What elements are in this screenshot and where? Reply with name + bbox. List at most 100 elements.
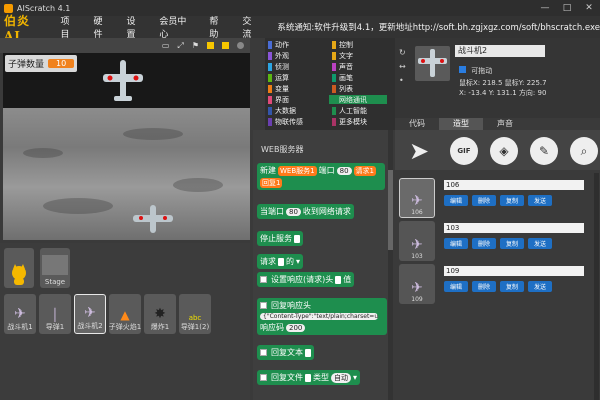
menu-community[interactable]: 交流 bbox=[234, 14, 267, 40]
category-variables[interactable]: 变量 bbox=[265, 84, 323, 93]
pause-icon[interactable] bbox=[207, 42, 214, 49]
edit-button[interactable]: 编辑 bbox=[444, 238, 469, 249]
variable-name: 子弹数量 bbox=[8, 60, 45, 70]
category-lists[interactable]: 列表 bbox=[329, 84, 387, 93]
gif-import-icon[interactable]: GIF bbox=[450, 137, 478, 165]
sprite-label: 导弹1 bbox=[45, 323, 65, 331]
sprite-label: 爆炸1 bbox=[150, 323, 170, 331]
draggable-checkbox[interactable]: 可拖动 bbox=[459, 66, 492, 76]
costume-actions: 编辑 删除 复制 发送 bbox=[444, 281, 553, 292]
send-button[interactable]: 发送 bbox=[528, 195, 553, 206]
sprite-label: 战斗机2 bbox=[77, 322, 103, 330]
category-pen[interactable]: 画笔 bbox=[329, 73, 387, 82]
flip-icon[interactable]: ↔ bbox=[399, 62, 406, 71]
costume-actions: 编辑 删除 复制 发送 bbox=[444, 238, 553, 249]
minimize-button[interactable]: — bbox=[534, 0, 556, 16]
maximize-button[interactable]: □ bbox=[556, 0, 578, 16]
menu-hardware[interactable]: 硬件 bbox=[85, 14, 118, 40]
close-button[interactable]: ✕ bbox=[578, 0, 600, 16]
costume-name-input[interactable]: 106 bbox=[444, 180, 584, 190]
costume-name-input[interactable]: 109 bbox=[444, 266, 584, 276]
category-more[interactable]: 更多模块 bbox=[329, 117, 387, 126]
sprite-tile-selected[interactable]: ✈ 战斗机2 bbox=[74, 294, 106, 334]
no-rotate-icon[interactable]: • bbox=[399, 76, 404, 85]
sprite-info-panel: ↻ ↔ • 战斗机2 可拖动 鼠标X: 218.5 鼠标Y: 225.7 X: … bbox=[395, 38, 600, 118]
category-sound[interactable]: 声音 bbox=[329, 62, 387, 71]
copy-button[interactable]: 复制 bbox=[500, 238, 525, 249]
category-motion[interactable]: 动作 bbox=[265, 40, 323, 49]
tab-code[interactable]: 代码 bbox=[395, 118, 439, 130]
costume-tile-selected[interactable]: ✈ 106 bbox=[399, 178, 435, 218]
block-reply-text[interactable]: 回复文本 bbox=[257, 345, 314, 360]
menu-help[interactable]: 帮助 bbox=[201, 14, 234, 40]
record-icon[interactable] bbox=[237, 42, 244, 49]
plane-icon: ✈ bbox=[411, 193, 423, 209]
edit-button[interactable]: 编辑 bbox=[444, 195, 469, 206]
plane-sprite-1[interactable] bbox=[103, 58, 143, 106]
select-arrow-icon[interactable]: ➤ bbox=[401, 134, 437, 168]
category-text[interactable]: 文字 bbox=[329, 51, 387, 60]
copy-button[interactable]: 复制 bbox=[500, 195, 525, 206]
block-reply-header[interactable]: 回复响应头 {"Content-Type":"text/plain;charse… bbox=[257, 298, 387, 335]
costume-name-input[interactable]: 103 bbox=[444, 223, 584, 233]
menu-project[interactable]: 项目 bbox=[52, 14, 85, 40]
sprite-tile-cat[interactable] bbox=[4, 248, 34, 288]
block-reply-file[interactable]: 回复文件 类型 自动 ▾ bbox=[257, 370, 361, 385]
sprite-tile-stage[interactable]: Stage bbox=[40, 248, 70, 288]
editor-tabs: 代码 造型 声音 bbox=[395, 118, 600, 130]
cat-icon bbox=[12, 264, 26, 285]
delete-button[interactable]: 删除 bbox=[472, 281, 497, 292]
costume-tile[interactable]: ✈ 103 bbox=[399, 221, 435, 261]
stage-size-icon[interactable]: ▭ bbox=[162, 41, 170, 50]
edit-button[interactable]: 编辑 bbox=[444, 281, 469, 292]
send-button[interactable]: 发送 bbox=[528, 238, 553, 249]
sprite-tile[interactable]: ✸ 爆炸1 bbox=[144, 294, 176, 334]
sprite-tile[interactable]: ▲ 子弹火焰1 bbox=[109, 294, 141, 334]
menu-member[interactable]: 会员中心 bbox=[151, 14, 201, 40]
eraser-icon[interactable]: ◈ bbox=[490, 137, 518, 165]
sprite-tile[interactable]: │ 导弹1 bbox=[39, 294, 71, 334]
plane-sprite-2[interactable] bbox=[133, 205, 173, 235]
stage-canvas[interactable]: 子弹数量 10 bbox=[3, 53, 250, 240]
category-control[interactable]: 控制 bbox=[329, 40, 387, 49]
category-looks[interactable]: 外观 bbox=[265, 51, 323, 60]
stage-thumb bbox=[42, 255, 68, 275]
search-icon[interactable]: ⌕ bbox=[570, 137, 598, 165]
rotate-icon[interactable]: ↻ bbox=[399, 48, 406, 57]
code-scrollbar[interactable] bbox=[388, 130, 393, 400]
category-ui[interactable]: 界面 bbox=[265, 95, 323, 104]
green-flag-icon[interactable]: ⚑ bbox=[192, 41, 199, 50]
tab-costumes[interactable]: 造型 bbox=[439, 118, 483, 130]
brush-icon[interactable]: ✎ bbox=[530, 137, 558, 165]
code-blocks-area[interactable]: WEB服务器 新建 WEB服务1 端口 80 请求1 回复1 当端口 80 收到… bbox=[253, 130, 393, 400]
block-request-of[interactable]: 请求 的 ▾ bbox=[257, 254, 304, 269]
tab-sounds[interactable]: 声音 bbox=[483, 118, 527, 130]
stop-icon[interactable] bbox=[222, 42, 229, 49]
menu-settings[interactable]: 设置 bbox=[118, 14, 151, 40]
text-sprite-icon: abc bbox=[188, 314, 202, 322]
category-bigdata[interactable]: 大数据 bbox=[265, 106, 323, 115]
category-operators[interactable]: 运算 bbox=[265, 73, 323, 82]
delete-button[interactable]: 删除 bbox=[472, 195, 497, 206]
category-ai[interactable]: 人工智能 bbox=[329, 106, 387, 115]
category-network[interactable]: 网络通讯 bbox=[329, 95, 387, 104]
block-new-service[interactable]: 新建 WEB服务1 端口 80 请求1 回复1 bbox=[257, 163, 385, 190]
delete-button[interactable]: 删除 bbox=[472, 238, 497, 249]
category-sensing[interactable]: 侦测 bbox=[265, 62, 323, 71]
stage-toolbar: ▭ ⤢ ⚑ bbox=[0, 38, 250, 53]
sprite-tile[interactable]: ✈ 战斗机1 bbox=[4, 294, 36, 334]
copy-button[interactable]: 复制 bbox=[500, 281, 525, 292]
category-iot[interactable]: 物联传感 bbox=[265, 117, 323, 126]
sprite-tile[interactable]: abc 导弹1(2) bbox=[179, 294, 211, 334]
fullscreen-icon[interactable]: ⤢ bbox=[177, 41, 183, 51]
send-button[interactable]: 发送 bbox=[528, 281, 553, 292]
block-set-header[interactable]: 设置响应(请求)头 值 bbox=[257, 272, 355, 287]
block-when-port-received[interactable]: 当端口 80 收到网络请求 bbox=[257, 204, 354, 219]
costume-scrollbar[interactable] bbox=[594, 173, 599, 400]
flame-icon: ▲ bbox=[120, 308, 130, 322]
block-stop-service[interactable]: 停止服务 bbox=[257, 231, 303, 246]
costume-tile[interactable]: ✈ 109 bbox=[399, 264, 435, 304]
right-panel: ↻ ↔ • 战斗机2 可拖动 鼠标X: 218.5 鼠标Y: 225.7 X: … bbox=[395, 38, 600, 400]
variable-monitor[interactable]: 子弹数量 10 bbox=[5, 55, 78, 72]
sprite-name-input[interactable]: 战斗机2 bbox=[455, 45, 545, 57]
